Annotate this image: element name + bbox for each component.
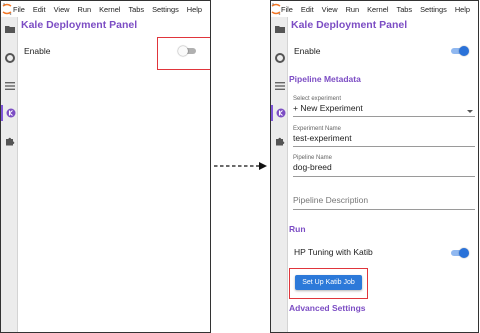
running-icon[interactable] bbox=[271, 50, 288, 66]
pipeline-name-label: Pipeline Name bbox=[293, 155, 333, 161]
hp-tuning-toggle[interactable] bbox=[449, 248, 469, 258]
menu-tabs[interactable]: Tabs bbox=[397, 5, 413, 14]
extension-icon[interactable] bbox=[271, 133, 288, 149]
menu-view[interactable]: View bbox=[322, 5, 338, 14]
chevron-down-icon bbox=[467, 110, 473, 113]
menu-edit[interactable]: Edit bbox=[301, 5, 314, 14]
menu-bar: File Edit View Run Kernel Tabs Settings … bbox=[1, 1, 210, 17]
running-icon[interactable] bbox=[1, 50, 18, 66]
menu-tabs[interactable]: Tabs bbox=[128, 5, 144, 14]
jupyter-logo-icon bbox=[1, 1, 13, 17]
menu-settings[interactable]: Settings bbox=[420, 5, 447, 14]
kale-panel-before: Kale Deployment Panel Enable bbox=[19, 17, 210, 332]
experiment-name-label: Experiment Name bbox=[293, 126, 342, 132]
page-title: Kale Deployment Panel bbox=[291, 19, 408, 31]
menu-bar: File Edit View Run Kernel Tabs Settings … bbox=[271, 1, 478, 17]
experiment-name-field[interactable]: Experiment Name test-experiment bbox=[293, 126, 475, 147]
menu-kernel[interactable]: Kernel bbox=[367, 5, 388, 14]
menu-edit[interactable]: Edit bbox=[33, 5, 46, 14]
pipeline-name-field[interactable]: Pipeline Name dog-breed bbox=[293, 155, 475, 177]
menu-settings[interactable]: Settings bbox=[152, 5, 179, 14]
experiment-name-value: test-experiment bbox=[293, 133, 352, 143]
panel-before: File Edit View Run Kernel Tabs Settings … bbox=[0, 0, 211, 333]
menu-file[interactable]: File bbox=[13, 5, 25, 14]
menu-view[interactable]: View bbox=[54, 5, 70, 14]
menu-kernel[interactable]: Kernel bbox=[99, 5, 120, 14]
enable-label: Enable bbox=[294, 46, 321, 56]
page-title: Kale Deployment Panel bbox=[21, 19, 138, 31]
kale-icon[interactable] bbox=[1, 105, 18, 121]
menu-file[interactable]: File bbox=[281, 5, 293, 14]
left-sidebar bbox=[271, 17, 288, 332]
pipeline-name-value: dog-breed bbox=[293, 162, 332, 172]
menu-help[interactable]: Help bbox=[455, 5, 470, 14]
menu-run[interactable]: Run bbox=[346, 5, 360, 14]
highlight-box bbox=[289, 268, 368, 299]
enable-label: Enable bbox=[24, 46, 51, 56]
select-experiment-label: Select experiment bbox=[293, 96, 342, 102]
pipeline-description-field[interactable]: Pipeline Description bbox=[293, 195, 475, 210]
folder-icon[interactable] bbox=[271, 21, 288, 37]
dashed-arrow-icon bbox=[214, 162, 267, 170]
panel-after: File Edit View Run Kernel Tabs Settings … bbox=[270, 0, 479, 333]
list-icon[interactable] bbox=[271, 78, 288, 94]
extension-icon[interactable] bbox=[1, 133, 18, 149]
pipeline-metadata-heading: Pipeline Metadata bbox=[289, 74, 361, 84]
advanced-settings-heading[interactable]: Advanced Settings bbox=[289, 303, 366, 313]
kale-panel-after: Kale Deployment Panel Enable Pipeline Me… bbox=[289, 17, 478, 332]
pipeline-description-placeholder: Pipeline Description bbox=[293, 195, 369, 205]
run-heading: Run bbox=[289, 224, 306, 234]
select-experiment-dropdown[interactable]: Select experiment + New Experiment bbox=[293, 96, 475, 117]
left-sidebar bbox=[1, 17, 18, 332]
select-experiment-value: + New Experiment bbox=[293, 103, 363, 113]
hp-tuning-label: HP Tuning with Katib bbox=[294, 247, 373, 257]
jupyter-logo-icon bbox=[271, 1, 281, 17]
kale-icon[interactable] bbox=[271, 105, 288, 121]
menu-help[interactable]: Help bbox=[187, 5, 202, 14]
highlight-box bbox=[157, 37, 210, 70]
list-icon[interactable] bbox=[1, 78, 18, 94]
menu-run[interactable]: Run bbox=[78, 5, 92, 14]
enable-toggle[interactable] bbox=[449, 46, 469, 56]
folder-icon[interactable] bbox=[1, 21, 18, 37]
